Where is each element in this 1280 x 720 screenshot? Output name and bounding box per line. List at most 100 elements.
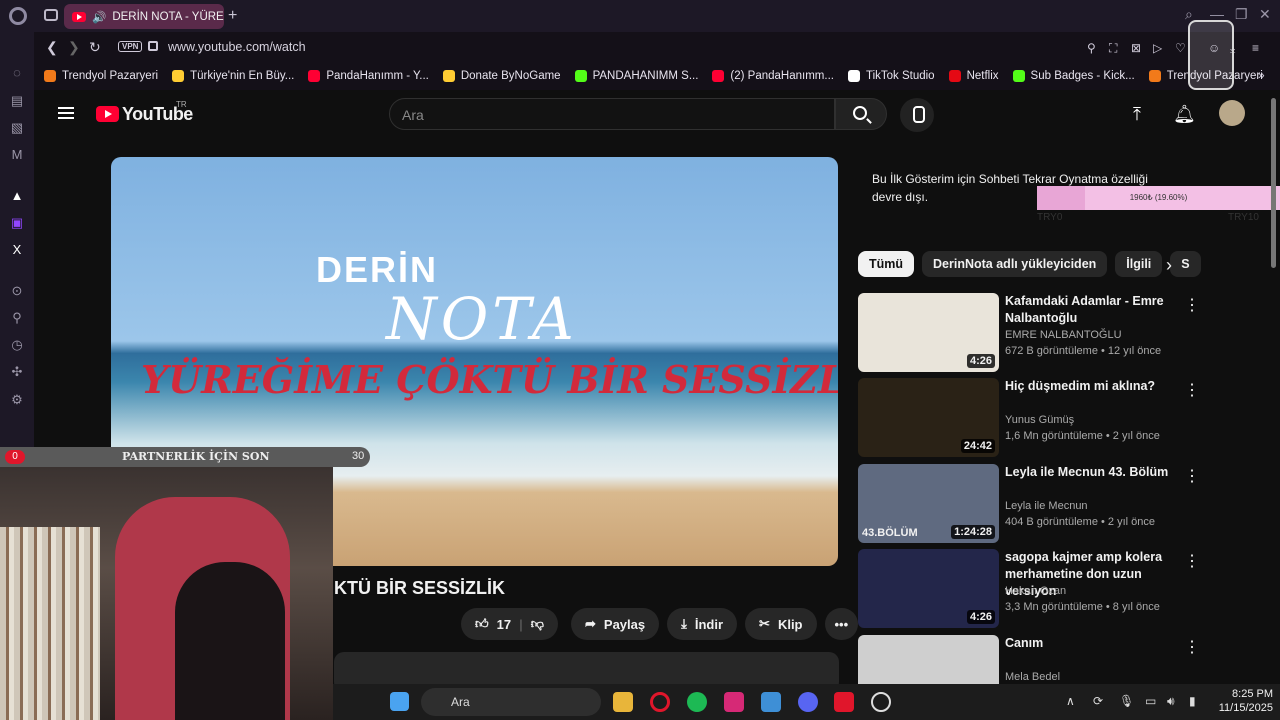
more-vert-icon[interactable]: ⋮ xyxy=(1184,380,1200,400)
lock-icon[interactable] xyxy=(148,41,158,51)
bookmark-item[interactable]: Türkiye'nin En Büy... xyxy=(172,70,294,82)
search-button[interactable] xyxy=(835,98,887,130)
aria-icon[interactable]: ◌ xyxy=(10,66,24,80)
channel-name[interactable]: Mela Bedel xyxy=(1005,671,1060,683)
url-field[interactable]: www.youtube.com/watch xyxy=(168,40,306,54)
page-scrollbar[interactable] xyxy=(1271,98,1276,268)
pin-icon[interactable]: ⚲ xyxy=(1087,41,1096,55)
adblock-icon[interactable]: ⊠ xyxy=(1131,41,1141,55)
thumbs-down-icon[interactable]: 👎︎ xyxy=(531,616,544,632)
microphone-icon[interactable]: 🎙︎ xyxy=(1119,694,1134,708)
channel-name[interactable]: Leyla ile Mecnun xyxy=(1005,500,1088,512)
wallet-icon[interactable]: ▧ xyxy=(10,121,24,135)
youtube-logo-icon[interactable] xyxy=(96,106,119,122)
share-button[interactable]: ➦ Paylaş xyxy=(571,608,660,640)
recommendation-item[interactable]: 24:42 Hiç düşmedim mi aklına? Yunus Gümüş 1… xyxy=(858,378,1258,458)
player-icon[interactable]: ⊙ xyxy=(10,284,24,298)
voice-search-button[interactable] xyxy=(900,98,934,132)
chevron-right-icon[interactable]: › xyxy=(1166,255,1172,276)
app-circle-icon[interactable] xyxy=(871,692,891,712)
maximize-button[interactable]: ❐ xyxy=(1235,6,1248,23)
video-popout-icon[interactable]: ▷ xyxy=(1153,41,1162,55)
taskbar-search[interactable]: Ara xyxy=(421,688,601,716)
bookmark-item[interactable]: TikTok Studio xyxy=(847,70,935,82)
vpn-badge[interactable]: VPN xyxy=(118,41,143,52)
workspaces-icon[interactable]: ▤ xyxy=(10,94,24,108)
video-thumbnail[interactable]: 43.BÖLÜM 1:24:28 xyxy=(858,464,999,543)
download-button[interactable]: ⤓ İndir xyxy=(667,608,738,640)
video-thumbnail[interactable]: 4:26 xyxy=(858,549,999,628)
search-input[interactable]: Ara xyxy=(389,98,835,130)
settings-gear-icon[interactable]: ⚙ xyxy=(10,393,24,407)
new-tab-button[interactable]: + xyxy=(228,7,237,25)
recommendation-title[interactable]: Hiç düşmedim mi aklına? xyxy=(1005,378,1195,395)
video-thumbnail[interactable]: 24:42 xyxy=(858,378,999,457)
volume-icon[interactable]: 🔊︎ xyxy=(1167,694,1175,709)
notifications-bell-icon[interactable]: 🔔︎ xyxy=(1173,104,1196,125)
back-button[interactable]: ❮ xyxy=(46,39,58,56)
upload-icon[interactable]: ⤒ xyxy=(1133,104,1141,125)
recommendation-title[interactable]: Leyla ile Mecnun 43. Bölüm xyxy=(1005,464,1195,481)
twitch-icon[interactable]: ▣ xyxy=(10,216,24,230)
filter-chip[interactable]: İlgili xyxy=(1115,251,1163,277)
instagram-icon[interactable] xyxy=(724,692,744,712)
discord-icon[interactable] xyxy=(798,692,818,712)
system-clock[interactable]: 8:25 PM 11/15/2025 xyxy=(1213,687,1273,715)
bookmark-item[interactable]: Sub Badges - Kick... xyxy=(1012,70,1135,82)
opera-gx-icon[interactable] xyxy=(650,692,670,712)
heart-icon[interactable]: ♡ xyxy=(1175,41,1186,55)
aria-ai-icon[interactable]: ▲ xyxy=(10,189,24,203)
more-actions-button[interactable]: ••• xyxy=(824,608,859,640)
recommendation-item[interactable]: 43.BÖLÜM 1:24:28 Leyla ile Mecnun 43. Bölü… xyxy=(858,464,1258,544)
spotify-icon[interactable] xyxy=(687,692,707,712)
video-thumbnail[interactable]: 4:26 xyxy=(858,293,999,372)
clip-button[interactable]: ✂ Klip xyxy=(745,608,817,640)
more-vert-icon[interactable]: ⋮ xyxy=(1184,466,1200,486)
filter-chip[interactable]: Tümü xyxy=(858,251,915,277)
bookmark-item[interactable]: PandaHanımm - Y... xyxy=(308,70,429,82)
recommendation-title[interactable]: Canım xyxy=(1005,635,1195,652)
channel-name[interactable]: EMRE NALBANTOĞLU xyxy=(1005,329,1122,341)
network-icon[interactable]: ▭ xyxy=(1145,694,1156,708)
bookmark-item[interactable]: PANDAHANIMM S... xyxy=(574,70,698,82)
forward-button[interactable]: ❯ xyxy=(68,39,80,56)
recommendation-item[interactable]: 4:26 sagopa kajmer amp kolera merhametine… xyxy=(858,549,1258,629)
bookmark-item[interactable]: Donate ByNoGame xyxy=(442,70,561,82)
x-twitter-icon[interactable]: X xyxy=(10,243,24,257)
pocket-icon[interactable] xyxy=(834,692,854,712)
more-vert-icon[interactable]: ⋮ xyxy=(1184,637,1200,657)
extensions-icon[interactable]: ✣ xyxy=(10,365,24,379)
filter-chip[interactable]: DerinNota adlı yükleyiciden xyxy=(922,251,1108,277)
app-icon[interactable] xyxy=(761,692,781,712)
like-button[interactable]: 👍︎ 17 | 👎︎ xyxy=(461,608,558,640)
battery-icon[interactable]: ▮ xyxy=(1189,694,1196,708)
channel-name[interactable]: Hakan Ozan xyxy=(1005,585,1066,597)
speaker-icon[interactable]: 🔊 xyxy=(92,10,106,24)
recommendation-title[interactable]: Kafamdaki Adamlar - Emre Nalbantoğlu xyxy=(1005,293,1195,327)
more-vert-icon[interactable]: ⋮ xyxy=(1184,295,1200,315)
tab-youtube[interactable]: 🔊 DERİN NOTA - YÜREĞ xyxy=(64,4,224,29)
hamburger-menu-icon[interactable] xyxy=(58,107,74,119)
recommendation-item[interactable]: 4:26 Kafamdaki Adamlar - Emre Nalbantoğlu… xyxy=(858,293,1258,373)
messenger-icon[interactable]: M xyxy=(10,148,24,162)
bookmark-item[interactable]: (2) PandaHanımm... xyxy=(712,70,834,82)
workspace-icon[interactable] xyxy=(44,9,58,21)
tray-chevron-icon[interactable]: ∧ xyxy=(1066,694,1075,708)
opera-logo-icon[interactable] xyxy=(9,7,27,25)
bookmark-item[interactable]: Netflix xyxy=(948,70,999,82)
menu-icon[interactable]: ≡ xyxy=(1252,41,1259,55)
windows-start-icon[interactable] xyxy=(390,692,409,711)
close-button[interactable]: ✕ xyxy=(1259,6,1271,23)
channel-name[interactable]: Yunus Gümüş xyxy=(1005,414,1074,426)
filter-chip[interactable]: S xyxy=(1170,251,1201,277)
history-icon[interactable]: ◷ xyxy=(10,338,24,352)
more-vert-icon[interactable]: ⋮ xyxy=(1184,551,1200,571)
more-bookmarks-icon[interactable]: » xyxy=(1258,68,1265,82)
snapshot-icon[interactable]: ⛶ xyxy=(1109,41,1117,56)
file-explorer-icon[interactable] xyxy=(613,692,633,712)
sync-icon[interactable]: ⟳ xyxy=(1093,694,1103,708)
reload-button[interactable]: ↻ xyxy=(89,39,101,56)
bookmark-item[interactable]: Trendyol Pazaryeri xyxy=(44,70,158,82)
pinboard-icon[interactable]: ⚲ xyxy=(10,311,24,325)
avatar[interactable] xyxy=(1219,100,1245,126)
